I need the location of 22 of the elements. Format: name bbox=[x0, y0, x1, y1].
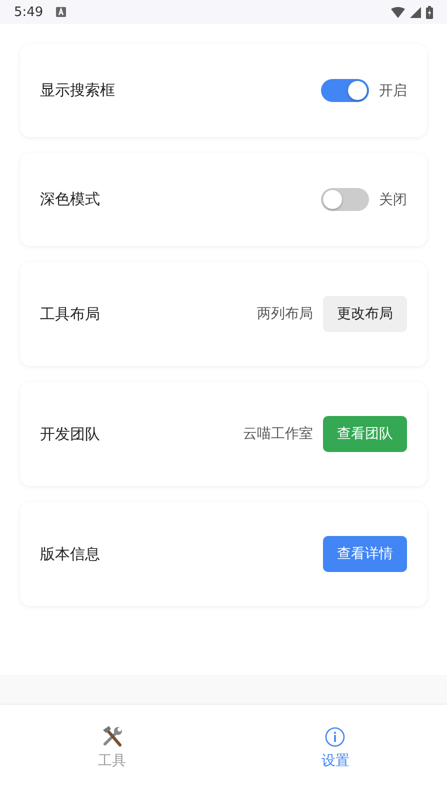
info-icon bbox=[325, 727, 346, 747]
battery-icon bbox=[426, 6, 433, 18]
status-time: 5:49 bbox=[14, 4, 44, 20]
setting-label: 开发团队 bbox=[40, 424, 101, 444]
setting-label: 深色模式 bbox=[40, 190, 101, 209]
setting-value: 两列布局 bbox=[257, 305, 313, 323]
nav-tab[interactable]: 工具 bbox=[0, 705, 224, 794]
setting-label: 显示搜索框 bbox=[40, 81, 116, 100]
nav-tab[interactable]: 设置 bbox=[224, 705, 447, 794]
setting-label: 工具布局 bbox=[40, 304, 101, 324]
action-button[interactable]: 查看团队 bbox=[323, 416, 407, 452]
notification-icon bbox=[56, 7, 66, 17]
setting-value: 云喵工作室 bbox=[243, 425, 313, 443]
toggle-switch[interactable] bbox=[321, 79, 369, 102]
setting-label: 版本信息 bbox=[40, 544, 101, 564]
signal-icon bbox=[410, 6, 421, 18]
toggle-switch[interactable] bbox=[321, 188, 369, 211]
action-button[interactable]: 查看详情 bbox=[323, 536, 407, 572]
action-button[interactable]: 更改布局 bbox=[323, 296, 407, 332]
wifi-icon bbox=[391, 6, 405, 18]
toggle-state: 开启 bbox=[379, 82, 407, 100]
toggle-state: 关闭 bbox=[379, 190, 407, 208]
